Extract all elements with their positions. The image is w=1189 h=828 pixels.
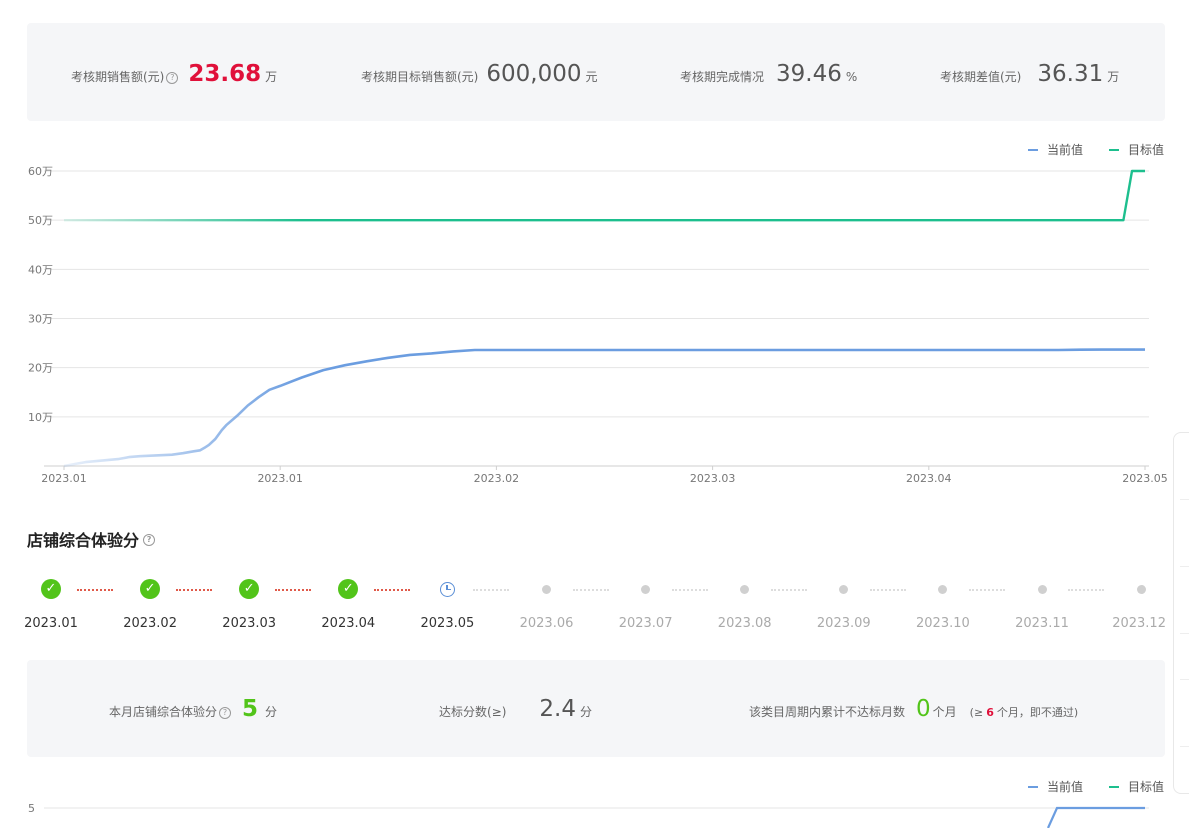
toolbar-divider bbox=[1180, 499, 1189, 500]
toolbar-divider bbox=[1180, 679, 1189, 680]
score-current-line bbox=[1046, 806, 1145, 828]
score-trend-svg: 5 bbox=[28, 802, 1149, 828]
toolbar-divider bbox=[1180, 633, 1189, 634]
y-tick-label: 5 bbox=[28, 802, 35, 815]
toolbar-divider bbox=[1180, 566, 1189, 567]
floating-toolbar[interactable] bbox=[1173, 432, 1189, 794]
toolbar-divider bbox=[1180, 746, 1189, 747]
